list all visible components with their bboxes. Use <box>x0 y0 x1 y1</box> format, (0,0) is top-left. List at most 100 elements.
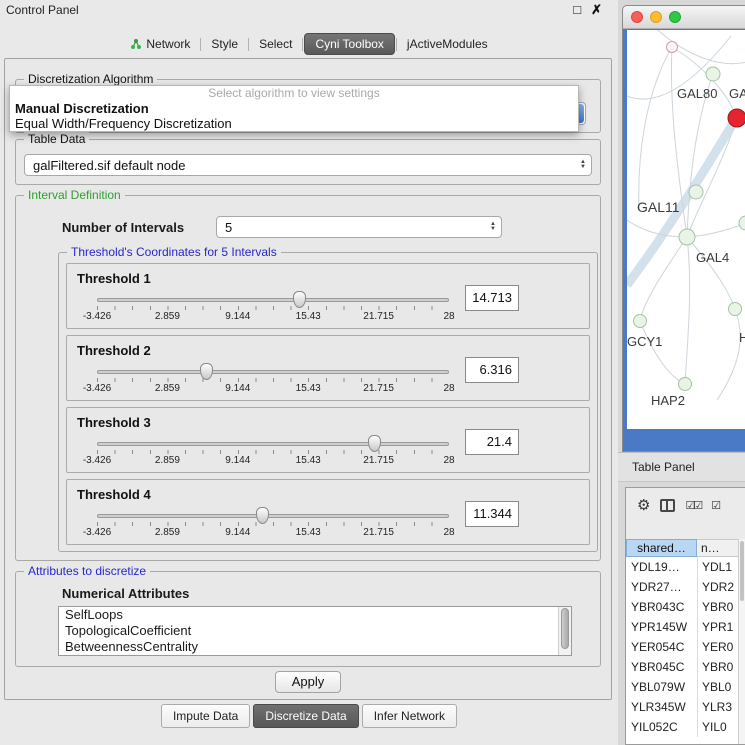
combo-stepper-icon[interactable]: ▲ ▼ <box>485 222 501 232</box>
cell-name[interactable]: YDR2 <box>697 577 738 597</box>
checkbox-icon[interactable]: ☑ <box>711 499 719 512</box>
scrollbar-thumb[interactable] <box>561 608 569 649</box>
minimize-button[interactable] <box>650 11 662 23</box>
cell-shared-name[interactable]: YBR043C <box>626 597 697 617</box>
checkbox-pair-icon[interactable]: ☑☑ <box>685 499 701 512</box>
network-edge[interactable] <box>717 309 740 400</box>
table-scrollbar[interactable] <box>738 539 745 744</box>
network-edge[interactable] <box>685 237 690 384</box>
close-icon[interactable]: ✗ <box>591 2 602 18</box>
numerical-attributes-list[interactable]: SelfLoopsTopologicalCoefficientBetweenne… <box>58 606 572 656</box>
tab-discretize-data[interactable]: Discretize Data <box>253 704 358 728</box>
table-row[interactable]: YDR27…YDR2 <box>626 577 738 597</box>
network-node-selected[interactable] <box>728 109 745 127</box>
cell-shared-name[interactable]: YIL052C <box>626 717 697 737</box>
table-row[interactable]: YLR345WYLR3 <box>626 697 738 717</box>
zoom-button[interactable] <box>669 11 681 23</box>
table-row[interactable]: YIL052CYIL0 <box>626 717 738 737</box>
network-node[interactable] <box>706 67 720 81</box>
cell-name[interactable]: YER0 <box>697 637 738 657</box>
network-edge[interactable] <box>640 321 685 384</box>
threshold-slider-track[interactable] <box>97 514 449 518</box>
popup-option-manual-discretization[interactable]: Manual Discretization <box>10 101 578 116</box>
slider-ticks <box>97 522 449 526</box>
network-node[interactable] <box>679 378 692 391</box>
table-header-row: shared… n… <box>626 539 738 557</box>
combo-stepper-icon[interactable]: ▲ ▼ <box>575 160 591 170</box>
threshold-slider-track[interactable] <box>97 298 449 302</box>
cell-name[interactable]: YBR0 <box>697 597 738 617</box>
threshold-value-field[interactable]: 21.4 <box>465 429 519 455</box>
cell-name[interactable]: YPR1 <box>697 617 738 637</box>
table-panel-header: Table Panel <box>618 452 745 482</box>
slider-tick-labels: -3.4262.8599.14415.4321.71528 <box>97 383 449 395</box>
threshold-label: Threshold 3 <box>77 415 151 430</box>
attributes-scrollbar[interactable] <box>558 607 571 655</box>
table-row[interactable]: YBL079WYBL0 <box>626 677 738 697</box>
threshold-label: Threshold 1 <box>77 271 151 286</box>
number-of-intervals-combobox[interactable]: 5 ▲ ▼ <box>216 216 502 238</box>
network-edge[interactable] <box>672 47 736 116</box>
list-item-selfloops[interactable]: SelfLoops <box>59 607 571 623</box>
tab-infer-network[interactable]: Infer Network <box>362 704 457 728</box>
apply-button[interactable]: Apply <box>275 671 341 693</box>
network-node[interactable] <box>634 315 647 328</box>
column-header-name[interactable]: n… <box>697 539 738 557</box>
cell-name[interactable]: YIL0 <box>697 717 738 737</box>
float-window-icon[interactable]: □ <box>573 2 581 18</box>
cell-name[interactable]: YDL1 <box>697 557 738 577</box>
threshold-slider-track[interactable] <box>97 442 449 446</box>
table-data-group-title: Table Data <box>24 132 89 146</box>
table-row[interactable]: YBR045CYBR0 <box>626 657 738 677</box>
tab-impute-data[interactable]: Impute Data <box>161 704 250 728</box>
tab-select[interactable]: Select <box>250 33 301 55</box>
tick-label: 15.43 <box>296 527 321 538</box>
table-row[interactable]: YPR145WYPR1 <box>626 617 738 637</box>
cell-shared-name[interactable]: YBL079W <box>626 677 697 697</box>
threshold-value-field[interactable]: 11.344 <box>465 501 519 527</box>
cell-shared-name[interactable]: YPR145W <box>626 617 697 637</box>
tab-network[interactable]: Network <box>121 33 199 55</box>
tab-style[interactable]: Style <box>202 33 247 55</box>
network-node[interactable] <box>729 303 742 316</box>
cell-name[interactable]: YBL0 <box>697 677 738 697</box>
popup-option-equal-width-frequency-discretization[interactable]: Equal Width/Frequency Discretization <box>10 116 578 131</box>
columns-icon[interactable] <box>660 499 675 512</box>
tick-label: 21.715 <box>363 455 394 466</box>
cell-name[interactable]: YBR0 <box>697 657 738 677</box>
list-item-betweennesscentrality[interactable]: BetweennessCentrality <box>59 639 571 655</box>
network-node[interactable] <box>667 42 678 53</box>
network-node[interactable] <box>679 229 695 245</box>
cell-shared-name[interactable]: YDL19… <box>626 557 697 577</box>
table-data-combobox[interactable]: galFiltered.sif default node ▲ ▼ <box>24 154 592 176</box>
tab-cyni-toolbox[interactable]: Cyni Toolbox <box>304 33 394 55</box>
threshold-panel-1: Threshold 1-3.4262.8599.14415.4321.71528… <box>66 263 590 329</box>
threshold-value-field[interactable]: 14.713 <box>465 285 519 311</box>
cell-shared-name[interactable]: YBR045C <box>626 657 697 677</box>
cell-shared-name[interactable]: YER054C <box>626 637 697 657</box>
tab-separator <box>248 38 249 51</box>
network-node[interactable] <box>739 216 745 230</box>
tab-jactivemodules[interactable]: jActiveModules <box>398 33 497 55</box>
tab-label: Network <box>146 37 190 51</box>
threshold-value-field[interactable]: 6.316 <box>465 357 519 383</box>
scrollbar-thumb[interactable] <box>740 541 744 601</box>
close-button[interactable] <box>631 11 643 23</box>
list-item-topologicalcoefficient[interactable]: TopologicalCoefficient <box>59 623 571 639</box>
cell-shared-name[interactable]: YLR345W <box>626 697 697 717</box>
network-edge[interactable] <box>639 47 672 210</box>
network-edge[interactable] <box>687 223 745 237</box>
table-row[interactable]: YDL19…YDL1 <box>626 557 738 577</box>
gear-icon[interactable]: ⚙ <box>637 496 650 514</box>
column-header-shared-name[interactable]: shared… <box>626 539 697 557</box>
network-edge[interactable] <box>647 30 745 64</box>
cell-name[interactable]: YLR3 <box>697 697 738 717</box>
cell-shared-name[interactable]: YDR27… <box>626 577 697 597</box>
network-edge[interactable] <box>687 237 735 309</box>
table-row[interactable]: YBR043CYBR0 <box>626 597 738 617</box>
network-node[interactable] <box>689 185 703 199</box>
network-canvas[interactable]: GAL80GALGAL11GAL4GCY1HAP2H <box>627 30 745 429</box>
table-row[interactable]: YER054CYER0 <box>626 637 738 657</box>
threshold-slider-track[interactable] <box>97 370 449 374</box>
numerical-attributes-label: Numerical Attributes <box>62 586 189 601</box>
